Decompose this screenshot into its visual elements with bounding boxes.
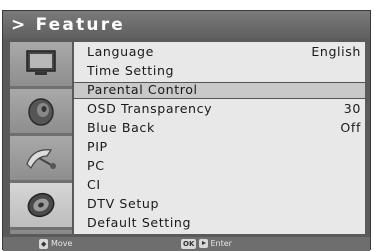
menu-item-dtv-setup[interactable]: DTV Setup xyxy=(74,196,365,212)
sound-category-tab[interactable] xyxy=(10,89,72,136)
menu-item-label: Blue Back xyxy=(87,120,155,135)
menu-item-value: 30 xyxy=(343,101,361,116)
ok-key-icon: OK xyxy=(181,238,197,249)
feature-menu-list: Language English Time Setting Parental C… xyxy=(74,42,365,234)
move-hint-label: Move xyxy=(50,239,73,248)
feature-menu-window: > Feature Language English Time Setting … xyxy=(2,10,371,251)
menu-item-default-setting[interactable]: Default Setting xyxy=(74,215,365,231)
picture-category-tab[interactable] xyxy=(10,42,72,89)
right-arrow-key-icon xyxy=(198,239,208,248)
menu-item-label: DTV Setup xyxy=(87,196,160,211)
menu-item-parental-control[interactable]: Parental Control xyxy=(74,82,365,99)
feature-disc-icon xyxy=(27,192,55,218)
menu-item-label: PIP xyxy=(87,139,108,154)
menu-item-value: English xyxy=(311,44,361,59)
menu-title: > Feature xyxy=(3,11,370,39)
menu-item-label: Default Setting xyxy=(87,215,192,230)
menu-item-label: CI xyxy=(87,177,101,192)
channel-category-tab[interactable] xyxy=(10,136,72,183)
feature-category-tab[interactable] xyxy=(10,183,72,230)
menu-item-blue-back[interactable]: Blue Back Off xyxy=(74,120,365,136)
move-key-icon: ◆ xyxy=(39,238,49,249)
enter-hint: OK Enter xyxy=(181,237,232,251)
menu-item-label: Parental Control xyxy=(87,82,198,97)
speaker-icon xyxy=(28,98,54,126)
tv-screen-icon xyxy=(26,50,56,75)
category-icon-bar xyxy=(10,42,72,234)
menu-item-time-setting[interactable]: Time Setting xyxy=(74,63,365,79)
satellite-dish-icon xyxy=(26,149,56,170)
menu-item-ci[interactable]: CI xyxy=(74,177,365,193)
key-hint-bar: ◆ Move OK Enter xyxy=(3,237,370,251)
menu-item-value: Off xyxy=(340,120,361,135)
menu-item-label: OSD Transparency xyxy=(87,101,213,116)
menu-item-osd-transparency[interactable]: OSD Transparency 30 xyxy=(74,101,365,117)
menu-item-label: PC xyxy=(87,158,105,173)
enter-hint-label: Enter xyxy=(210,239,232,248)
menu-item-pip[interactable]: PIP xyxy=(74,139,365,155)
menu-item-language[interactable]: Language English xyxy=(74,44,365,60)
move-hint: ◆ Move xyxy=(39,237,72,251)
menu-item-label: Language xyxy=(87,44,154,59)
menu-item-label: Time Setting xyxy=(87,63,175,78)
menu-item-pc[interactable]: PC xyxy=(74,158,365,174)
